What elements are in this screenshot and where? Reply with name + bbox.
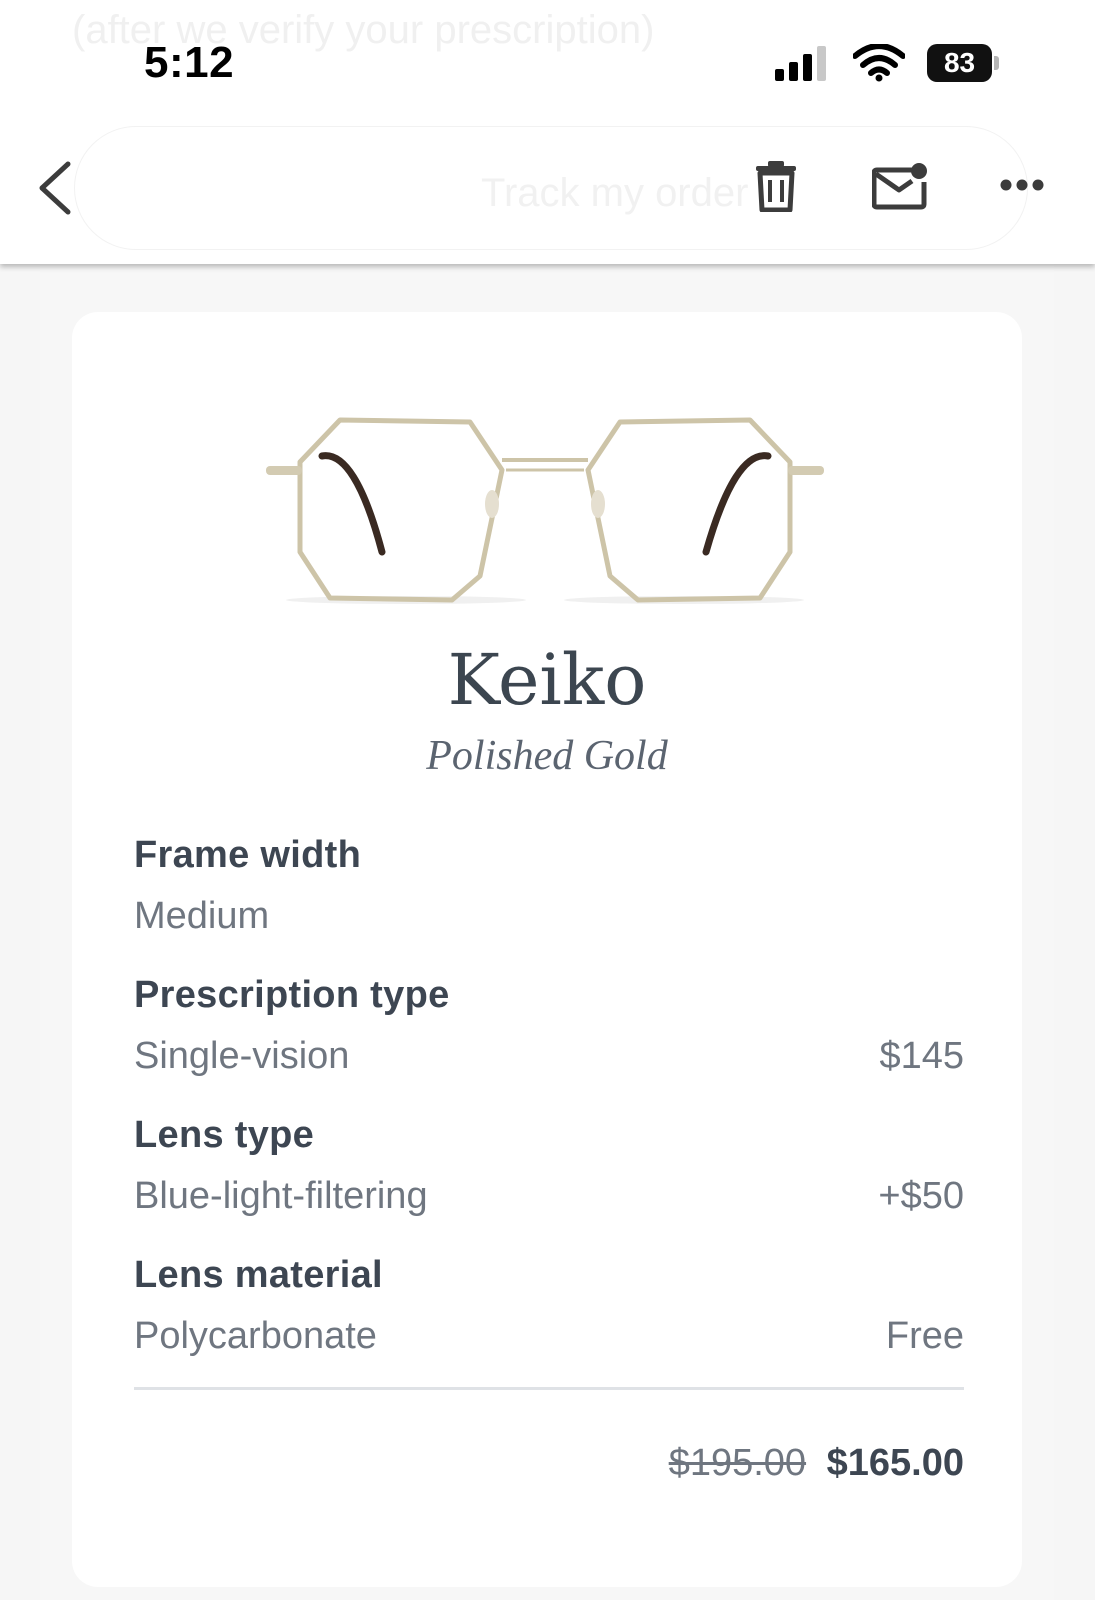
eyeglasses-image — [266, 417, 824, 604]
product-color: Polished Gold — [426, 733, 668, 779]
spec-frame-width: Frame width Medium — [134, 834, 964, 938]
spec-value: Polycarbonate — [134, 1315, 377, 1357]
spec-row: Polycarbonate Free — [134, 1315, 964, 1358]
spec-label: Lens type — [134, 1114, 315, 1156]
status-time: 5:12 — [144, 38, 235, 87]
mail-unread-icon — [871, 163, 927, 210]
wifi-icon — [853, 44, 905, 82]
screen: (after we verify your prescription) 5:12… — [0, 0, 1095, 1600]
spec-label: Lens material — [134, 1254, 383, 1296]
spec-value: Blue-light-filtering — [134, 1175, 428, 1217]
cellular-signal-icon — [775, 46, 826, 81]
subject-ghost-text: Track my order — [481, 171, 749, 215]
spec-price: $145 — [879, 1035, 964, 1077]
spec-lens-type: Lens type Blue-light-filtering +$50 — [134, 1114, 964, 1218]
spec-row: Single-vision $145 — [134, 1035, 964, 1078]
status-icons: 83 — [775, 44, 999, 82]
spec-price: Free — [885, 1315, 964, 1357]
divider — [134, 1387, 964, 1390]
trash-icon — [756, 161, 796, 213]
battery-level: 83 — [927, 44, 993, 82]
spec-label: Prescription type — [134, 974, 450, 1016]
price-total: $195.00 $165.00 — [669, 1442, 964, 1485]
battery-indicator: 83 — [927, 44, 999, 82]
original-price: $195.00 — [668, 1442, 807, 1484]
spec-price: +$50 — [878, 1175, 964, 1217]
spec-value: Medium — [134, 895, 270, 937]
spec-row: Medium — [134, 895, 964, 938]
spec-prescription-type: Prescription type Single-vision $145 — [134, 974, 964, 1078]
product-card: Keiko Polished Gold Frame width Medium P… — [72, 312, 1022, 1587]
battery-tip — [994, 56, 999, 70]
back-button[interactable] — [34, 160, 78, 216]
top-chrome: (after we verify your prescription) 5:12… — [0, 0, 1095, 264]
spec-value: Single-vision — [134, 1035, 350, 1077]
spec-row: Blue-light-filtering +$50 — [134, 1175, 964, 1218]
more-options-button[interactable] — [1000, 178, 1044, 197]
product-name: Keiko — [447, 639, 647, 721]
more-icon — [1000, 179, 1044, 191]
delete-button[interactable] — [754, 160, 798, 217]
spec-label: Frame width — [134, 834, 362, 876]
spec-lens-material: Lens material Polycarbonate Free — [134, 1254, 964, 1358]
mark-unread-button[interactable] — [871, 162, 928, 215]
email-toolbar: Track my order — [0, 120, 1095, 250]
final-price: $165.00 — [826, 1442, 964, 1484]
back-icon — [39, 161, 71, 215]
